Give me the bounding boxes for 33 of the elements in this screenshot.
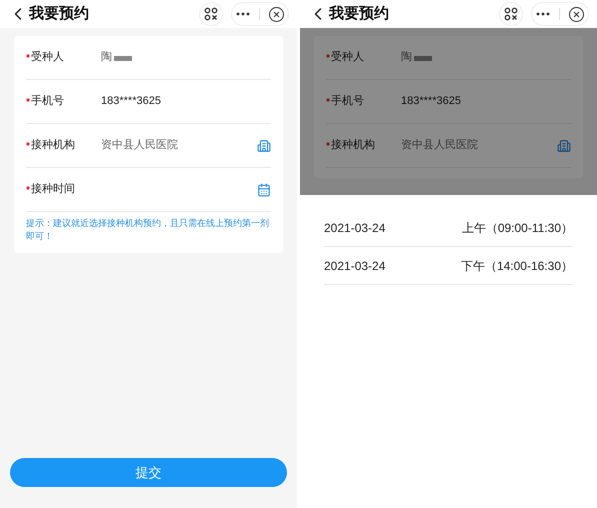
option-period: 下午（14:00-16:30） [460,258,573,274]
building-icon[interactable] [257,138,271,152]
more-icon[interactable] [536,12,550,16]
field-label: 接种时间 [31,182,75,198]
page-title: 我要预约 [29,4,89,24]
close-icon[interactable] [268,6,284,22]
scan-button[interactable] [499,2,523,26]
field-value: 资中县人民医院 [101,138,178,154]
field-value: 陶 [401,50,412,66]
field-value: 陶 [101,50,112,66]
hint-text: 提示：建议就近选择接种机构预约，且只需在线上预约第一剂即可！ [26,217,270,243]
option-date: 2021-03-24 [324,258,386,274]
field-label: 受种人 [331,50,364,66]
field-label: 受种人 [31,50,64,66]
page-title: 我要预约 [329,4,389,24]
scan-button[interactable] [199,2,223,26]
option-date: 2021-03-24 [324,220,386,236]
calendar-icon[interactable] [257,182,271,196]
field-label: 接种机构 [331,138,375,154]
scan-icon [204,7,218,21]
more-icon[interactable] [236,12,250,16]
close-icon[interactable] [568,6,584,22]
field-label: 手机号 [31,94,64,110]
field-label: 接种机构 [31,138,75,154]
field-value: 183****3625 [101,94,161,110]
option-period: 上午（09:00-11:30） [462,220,573,236]
building-icon[interactable] [557,138,571,152]
time-option[interactable]: 2021-03-24 上午（09:00-11:30） [324,209,573,247]
scan-icon [504,7,518,21]
field-value: 183****3625 [401,94,461,110]
field-value: 资中县人民医院 [401,138,478,154]
field-label: 手机号 [331,94,364,110]
time-option[interactable]: 2021-03-24 下午（14:00-16:30） [324,247,573,285]
